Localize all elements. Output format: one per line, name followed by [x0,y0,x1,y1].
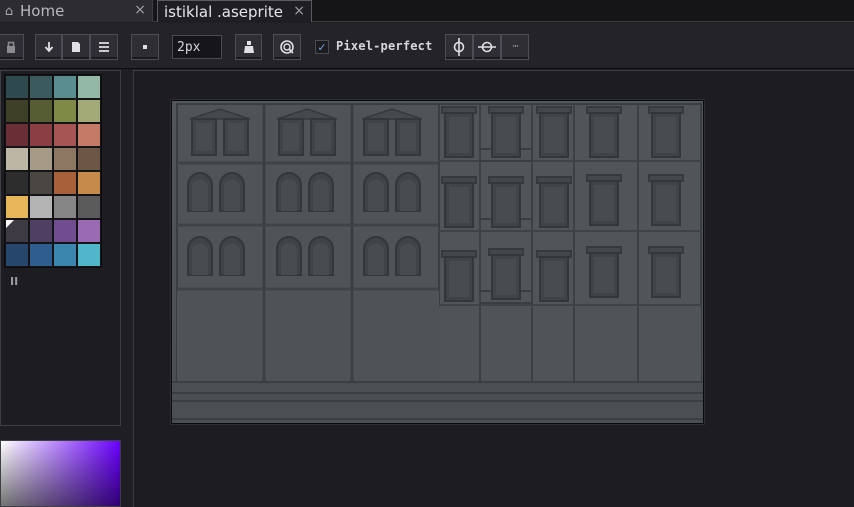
stabilizer-horizontal-button[interactable] [473,34,501,60]
palette-swatch[interactable] [77,171,101,195]
palette-pause-icon[interactable]: II [10,275,18,288]
palette-swatch[interactable] [29,75,53,99]
palette-swatch[interactable] [5,195,29,219]
palette-swatch[interactable] [5,243,29,267]
sprite-canvas[interactable] [171,100,704,424]
lock-button[interactable] [0,34,24,60]
palette-swatch[interactable] [5,75,29,99]
palette-swatch[interactable] [77,99,101,123]
palette-swatch[interactable] [77,195,101,219]
arrow-down-icon [44,42,53,53]
stabilizer-vertical-button[interactable] [445,34,473,60]
palette-swatch[interactable] [29,147,53,171]
ink-menu-button[interactable] [90,34,118,60]
square-brush-icon [143,45,147,49]
palette-swatch[interactable] [5,147,29,171]
palette-swatch[interactable] [5,219,29,243]
brush-type-button[interactable] [131,34,159,60]
brush-size-field[interactable]: 2px [172,35,222,59]
more-icon: ··· [512,42,519,52]
pixel-perfect-label: Pixel-perfect [336,39,433,53]
palette-swatch[interactable] [5,99,29,123]
tab-home[interactable]: ⌂ Home × [0,0,153,22]
target-icon [280,40,294,54]
palette-swatch[interactable] [29,99,53,123]
vertical-stabilizer-icon [453,38,465,56]
palette-swatch[interactable] [77,219,101,243]
palette-swatch[interactable] [29,171,53,195]
palette-swatch[interactable] [53,75,77,99]
more-options-button[interactable]: ··· [501,34,529,60]
aseprite-window: ⌂ Home × istiklal .aseprite × 2px ✓ Pixe… [0,0,854,507]
palette-swatch[interactable] [29,219,53,243]
lock-icon [7,41,15,53]
palette-swatch[interactable] [53,243,77,267]
tab-istiklal[interactable]: istiklal .aseprite × [157,0,312,22]
palette-swatch[interactable] [29,123,53,147]
ink-type-button[interactable] [235,34,262,60]
palette-swatch[interactable] [77,75,101,99]
ink-down-button[interactable] [35,34,62,60]
tab-bar: ⌂ Home × istiklal .aseprite × [0,0,854,22]
close-icon[interactable]: × [293,3,305,19]
ink-bottle-icon [243,41,254,53]
palette-swatch[interactable] [53,195,77,219]
palette-swatch[interactable] [77,243,101,267]
tab-file-label: istiklal .aseprite [164,2,283,21]
palette-swatch[interactable] [29,243,53,267]
tab-home-label: Home [20,2,65,20]
palette-panel: II [0,70,121,426]
palette-swatch[interactable] [29,195,53,219]
page-icon [72,42,80,52]
palette-swatch[interactable] [77,123,101,147]
context-toolbar: 2px ✓ Pixel-perfect ··· [0,23,854,69]
palette-swatch[interactable] [53,219,77,243]
palette-swatch[interactable] [53,147,77,171]
symmetry-button[interactable] [273,34,301,60]
palette-swatch[interactable] [5,171,29,195]
ink-page-button[interactable] [62,34,90,60]
palette-swatch[interactable] [77,147,101,171]
palette-swatch[interactable] [53,99,77,123]
horizontal-stabilizer-icon [478,41,496,53]
home-icon: ⌂ [4,3,14,19]
palette-swatch[interactable] [53,123,77,147]
palette-swatches [4,74,102,268]
close-icon[interactable]: × [134,2,146,18]
building-facade-sprite [172,101,703,423]
palette-swatch[interactable] [5,123,29,147]
color-picker-spectrum[interactable] [0,440,121,507]
pixel-perfect-checkbox[interactable]: ✓ [315,40,329,54]
palette-swatch[interactable] [53,171,77,195]
list-icon [99,42,109,52]
